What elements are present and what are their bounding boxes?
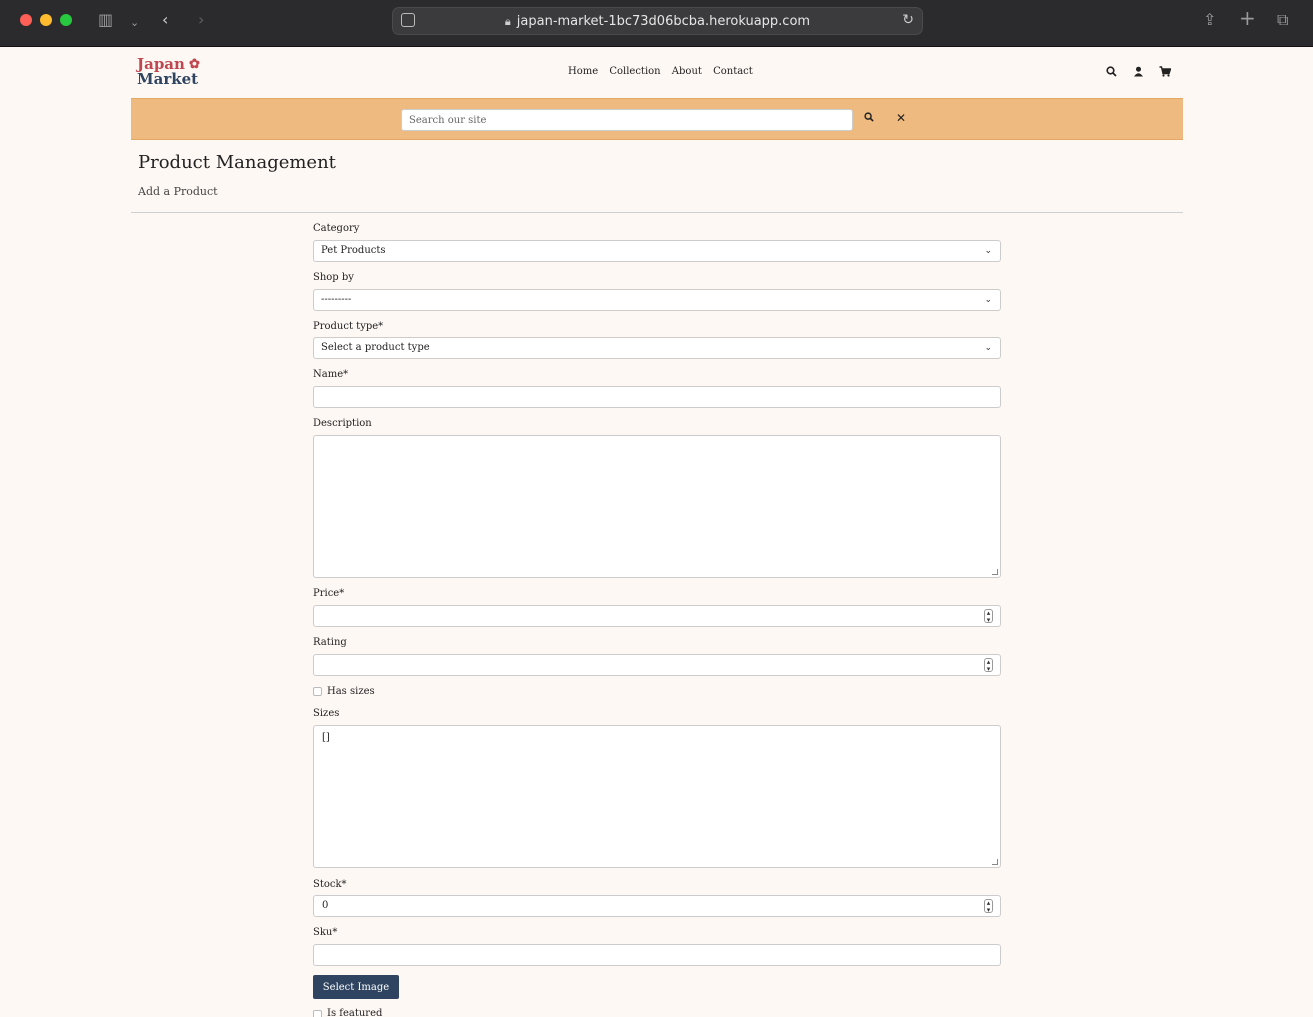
sku-input[interactable] [313, 944, 1001, 966]
logo-line2: Market [137, 70, 199, 88]
name-label: Name* [313, 369, 349, 380]
stepper-icon[interactable]: ▴ ▾ [984, 609, 993, 624]
page-title: Product Management [138, 152, 336, 173]
close-window-button[interactable] [20, 14, 32, 26]
category-select[interactable]: Pet Products ⌄ [313, 240, 1001, 262]
sku-label: Sku* [313, 927, 338, 938]
minimize-window-button[interactable] [40, 14, 52, 26]
shopby-value: --------- [321, 294, 352, 305]
tab-overview-icon[interactable]: ⧉ [1277, 10, 1288, 30]
product-type-select[interactable]: Select a product type ⌄ [313, 337, 1001, 359]
sizes-textarea[interactable]: [] [313, 725, 1001, 868]
resize-handle-icon[interactable] [992, 569, 998, 575]
browser-toolbar: ▥ ⌄ ‹ › 🔒︎ japan-market-1bc73d06bcba.hero… [0, 0, 1313, 47]
stock-value: 0 [322, 900, 329, 911]
is-featured-label: Is featured [327, 1008, 383, 1017]
header-icons [1094, 66, 1172, 80]
reload-icon[interactable]: ↻ [902, 12, 914, 28]
nav-home[interactable]: Home [568, 66, 598, 77]
close-icon[interactable]: ✕ [896, 111, 906, 125]
shopby-select[interactable]: --------- ⌄ [313, 289, 1001, 311]
address-bar[interactable]: 🔒︎ japan-market-1bc73d06bcba.herokuapp.co… [392, 7, 923, 35]
search-input[interactable] [401, 109, 853, 131]
forward-icon[interactable]: › [198, 10, 204, 30]
resize-handle-icon[interactable] [992, 859, 998, 865]
select-image-button[interactable]: Select Image [313, 975, 399, 999]
stepper-icon[interactable]: ▴ ▾ [984, 899, 993, 914]
url-text: japan-market-1bc73d06bcba.herokuapp.com [516, 14, 811, 29]
site-header: Japan Market ✿ Home Collection About Con… [131, 48, 1183, 98]
sidebar-toggle-icon[interactable]: ▥ [98, 10, 113, 30]
price-label: Price* [313, 588, 345, 599]
has-sizes-checkbox[interactable] [313, 687, 322, 696]
new-tab-icon[interactable]: + [1239, 8, 1256, 28]
stock-label: Stock* [313, 879, 347, 890]
description-textarea[interactable] [313, 435, 1001, 578]
share-icon[interactable]: ⇪ [1203, 10, 1216, 30]
is-featured-checkbox[interactable] [313, 1010, 322, 1017]
chevron-down-icon[interactable]: ⌄ [130, 13, 139, 33]
search-icon[interactable] [1106, 66, 1117, 80]
price-input[interactable]: ▴ ▾ [313, 605, 1001, 627]
search-banner: ✕ [131, 98, 1183, 140]
rating-input[interactable]: ▴ ▾ [313, 654, 1001, 676]
cart-icon[interactable] [1159, 66, 1172, 80]
sizes-label: Sizes [313, 708, 340, 719]
maximize-window-button[interactable] [60, 14, 72, 26]
flower-icon: ✿ [189, 57, 200, 72]
stepper-icon[interactable]: ▴ ▾ [984, 658, 993, 673]
divider [131, 212, 1183, 213]
nav-contact[interactable]: Contact [713, 66, 753, 77]
product-type-label: Product type* [313, 321, 384, 332]
search-submit-icon[interactable] [864, 112, 874, 125]
nav-about[interactable]: About [672, 66, 702, 77]
main-nav: Home Collection About Contact [568, 66, 761, 77]
name-input[interactable] [313, 386, 1001, 408]
chevron-down-icon: ⌄ [984, 246, 992, 256]
page-subtitle: Add a Product [138, 185, 218, 198]
chevron-down-icon: ⌄ [984, 343, 992, 353]
stock-input[interactable]: 0 ▴ ▾ [313, 895, 1001, 917]
product-type-value: Select a product type [321, 342, 430, 353]
has-sizes-label: Has sizes [327, 686, 375, 697]
category-label: Category [313, 223, 360, 234]
sizes-value: [] [322, 732, 330, 743]
user-icon[interactable] [1133, 66, 1144, 80]
shopby-label: Shop by [313, 272, 354, 283]
rating-label: Rating [313, 637, 347, 648]
category-value: Pet Products [321, 245, 386, 256]
back-icon[interactable]: ‹ [162, 10, 168, 30]
lock-icon: 🔒︎ [504, 15, 511, 28]
chevron-down-icon: ⌄ [984, 295, 992, 305]
description-label: Description [313, 418, 372, 429]
site-logo[interactable]: Japan Market ✿ [137, 57, 200, 88]
nav-collection[interactable]: Collection [609, 66, 660, 77]
